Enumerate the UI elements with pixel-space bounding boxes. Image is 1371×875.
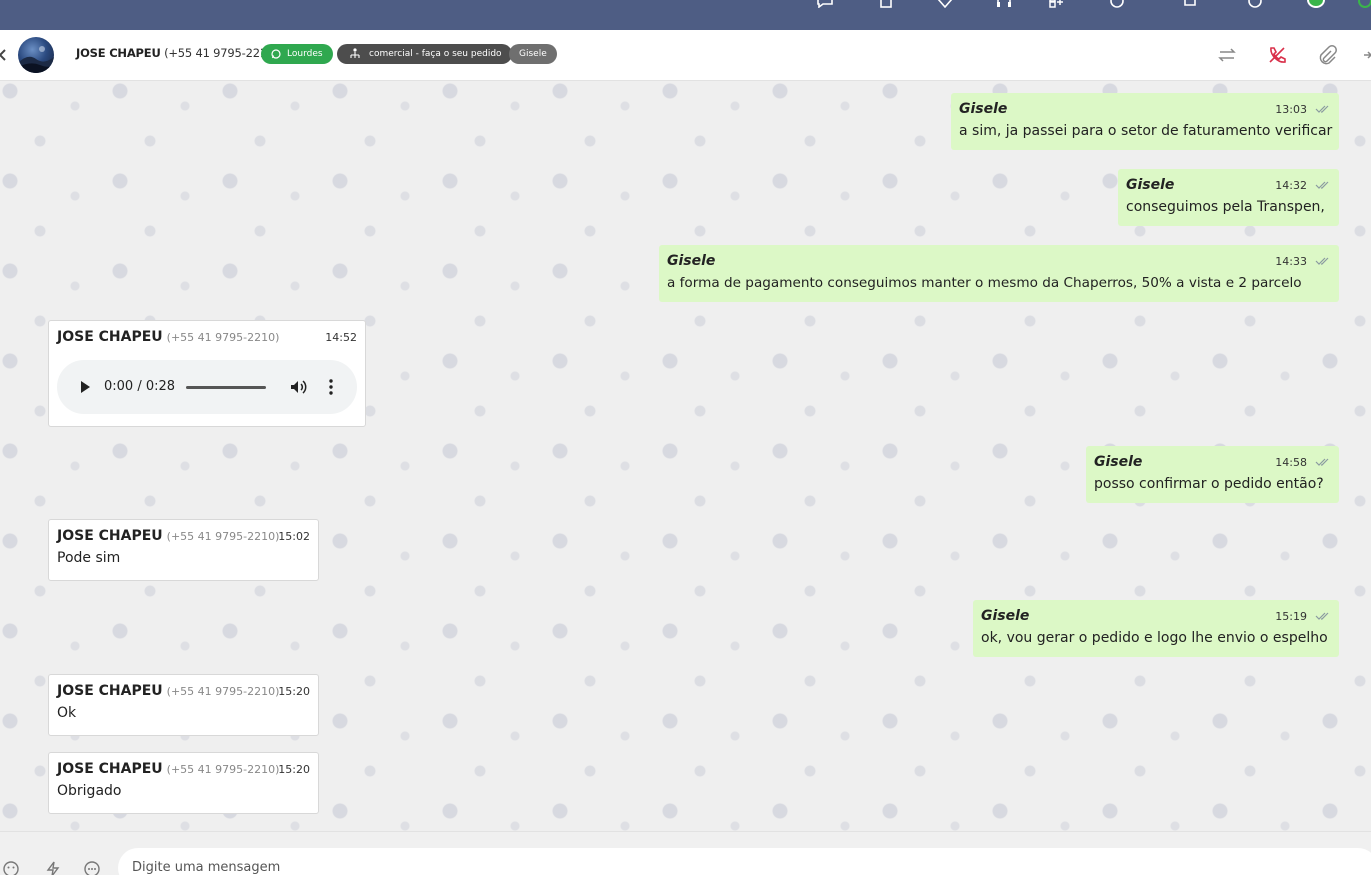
chat-icon[interactable]: [816, 0, 834, 8]
audio-more-icon[interactable]: [327, 378, 335, 396]
message-input[interactable]: [118, 848, 1371, 875]
message-text: Pode sim: [57, 550, 121, 566]
audio-progress-slider[interactable]: [186, 386, 266, 389]
message-incoming: JOSE CHAPEU (+55 41 9795-2210) 15:20 Obri…: [48, 752, 319, 814]
double-check-icon: [1315, 611, 1331, 621]
options-icon[interactable]: [83, 860, 101, 875]
message-sender: Gisele: [981, 608, 1030, 624]
message-sender-name: JOSE CHAPEU: [57, 528, 163, 544]
message-composer: [0, 831, 1371, 875]
double-check-icon: [1315, 256, 1331, 266]
message-outgoing: Gisele 15:19 ok, vou gerar o pedido e lo…: [973, 600, 1339, 657]
message-time: 15:20: [278, 763, 310, 776]
headset-icon[interactable]: [995, 0, 1013, 8]
department-tag-label: comercial - faça o seu pedido: [369, 49, 502, 59]
message-time: 15:19: [1275, 610, 1307, 623]
message-time: 14:52: [325, 331, 357, 344]
chevron-icon[interactable]: [1356, 0, 1371, 8]
message-time: 15:20: [278, 685, 310, 698]
message-incoming-audio: JOSE CHAPEU (+55 41 9795-2210) 14:52 0:00…: [48, 320, 366, 427]
double-check-icon: [1315, 104, 1331, 114]
smile-icon[interactable]: [1246, 0, 1264, 8]
heart-icon[interactable]: [936, 0, 954, 8]
message-sender-phone: (+55 41 9795-2210): [166, 530, 280, 543]
message-sender-name: JOSE CHAPEU: [57, 329, 163, 345]
channel-tag[interactable]: Lourdes: [261, 44, 333, 64]
message-text: Obrigado: [57, 783, 122, 799]
department-icon: [350, 48, 360, 58]
bell-icon[interactable]: [1181, 0, 1199, 8]
end-call-icon[interactable]: [1266, 44, 1288, 66]
message-text: a forma de pagamento conseguimos manter …: [667, 275, 1302, 291]
agent-tag[interactable]: Gisele: [509, 44, 557, 64]
apps-icon[interactable]: [1048, 0, 1066, 8]
message-sender: Gisele: [959, 101, 1008, 117]
message-sender-phone: (+55 41 9795-2210): [166, 763, 280, 776]
message-sender: JOSE CHAPEU (+55 41 9795-2210): [57, 761, 279, 777]
message-sender-phone: (+55 41 9795-2210): [166, 331, 280, 344]
message-incoming: JOSE CHAPEU (+55 41 9795-2210) 15:20 Ok: [48, 674, 319, 736]
message-text: conseguimos pela Transpen,: [1126, 199, 1325, 215]
top-navbar: [0, 0, 1371, 30]
department-tag[interactable]: comercial - faça o seu pedido: [337, 44, 512, 64]
message-sender-name: JOSE CHAPEU: [57, 761, 163, 777]
message-time: 14:32: [1275, 179, 1307, 192]
message-sender: JOSE CHAPEU (+55 41 9795-2210): [57, 528, 279, 544]
message-sender: Gisele: [667, 253, 716, 269]
message-time: 14:33: [1275, 255, 1307, 268]
emoji-icon[interactable]: [2, 860, 20, 875]
chat-header: JOSE CHAPEU (+55 41 9795-2210) Lourdes c…: [0, 30, 1371, 81]
message-text: posso confirmar o pedido então?: [1094, 476, 1324, 492]
message-sender: JOSE CHAPEU (+55 41 9795-2210): [57, 329, 279, 345]
message-outgoing: Gisele 13:03 a sim, ja passei para o set…: [951, 93, 1339, 150]
paperclip-icon[interactable]: [1316, 44, 1338, 66]
audio-time: 0:00 / 0:28: [104, 379, 176, 394]
volume-icon[interactable]: [289, 378, 307, 396]
message-time: 14:58: [1275, 456, 1307, 469]
double-check-icon: [1315, 180, 1331, 190]
agent-tag-label: Gisele: [519, 49, 547, 59]
back-icon[interactable]: [0, 45, 8, 65]
message-sender: Gisele: [1126, 177, 1175, 193]
message-incoming: JOSE CHAPEU (+55 41 9795-2210) 15:02 Pode…: [48, 519, 319, 581]
play-icon[interactable]: [79, 380, 91, 394]
info-icon[interactable]: [1108, 0, 1126, 8]
message-sender: Gisele: [1094, 454, 1143, 470]
message-sender-phone: (+55 41 9795-2210): [166, 685, 280, 698]
more-icon[interactable]: [1362, 44, 1371, 66]
clipboard-icon[interactable]: [877, 0, 895, 8]
message-text: a sim, ja passei para o setor de faturam…: [959, 123, 1333, 139]
message-outgoing: Gisele 14:32 conseguimos pela Transpen,: [1118, 169, 1339, 226]
contact-name-text: JOSE CHAPEU: [76, 46, 161, 60]
message-time: 15:02: [278, 530, 310, 543]
message-list[interactable]: Gisele 13:03 a sim, ja passei para o set…: [0, 81, 1371, 831]
avatar[interactable]: [18, 37, 54, 73]
contact-name: JOSE CHAPEU (+55 41 9795-2210): [76, 46, 279, 60]
whatsapp-icon: [271, 49, 281, 59]
message-outgoing: Gisele 14:58 posso confirmar o pedido en…: [1086, 446, 1339, 503]
online-status-icon[interactable]: [1307, 0, 1325, 8]
message-time: 13:03: [1275, 103, 1307, 116]
message-sender-name: JOSE CHAPEU: [57, 683, 163, 699]
message-text: ok, vou gerar o pedido e logo lhe envio …: [981, 630, 1328, 646]
transfer-icon[interactable]: [1216, 44, 1238, 66]
message-text: Ok: [57, 705, 77, 721]
quick-reply-icon[interactable]: [44, 860, 62, 875]
message-sender: JOSE CHAPEU (+55 41 9795-2210): [57, 683, 279, 699]
channel-tag-label: Lourdes: [287, 49, 323, 59]
message-outgoing: Gisele 14:33 a forma de pagamento conseg…: [659, 245, 1339, 302]
double-check-icon: [1315, 457, 1331, 467]
audio-player: 0:00 / 0:28: [57, 360, 357, 414]
